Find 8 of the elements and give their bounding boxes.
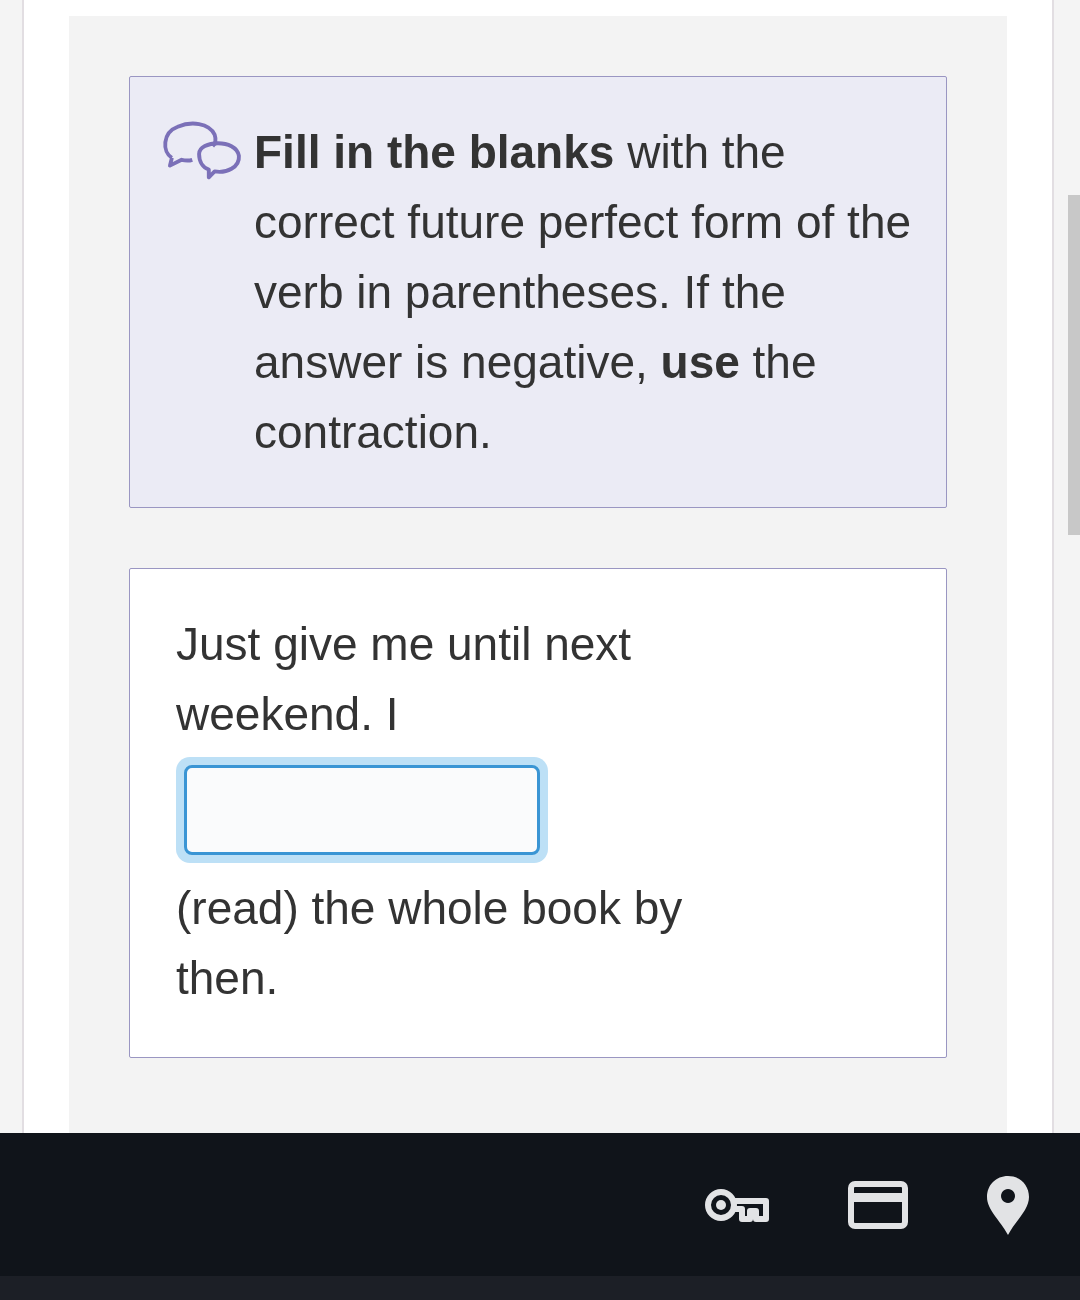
scrollbar[interactable] (1068, 195, 1080, 535)
answer-field[interactable] (176, 757, 548, 863)
key-icon[interactable] (704, 1186, 770, 1223)
card-icon[interactable] (848, 1180, 908, 1229)
question-text: (read) the whole book by then. (176, 881, 684, 1006)
instruction-text: Fill in the blanks with the correct future perfect form of the verb in parentheses. If the answer is negative, use the contraction. (254, 125, 913, 460)
question-text: Just give me until next weekend. I (176, 617, 633, 742)
location-pin-icon[interactable] (986, 1173, 1030, 1236)
